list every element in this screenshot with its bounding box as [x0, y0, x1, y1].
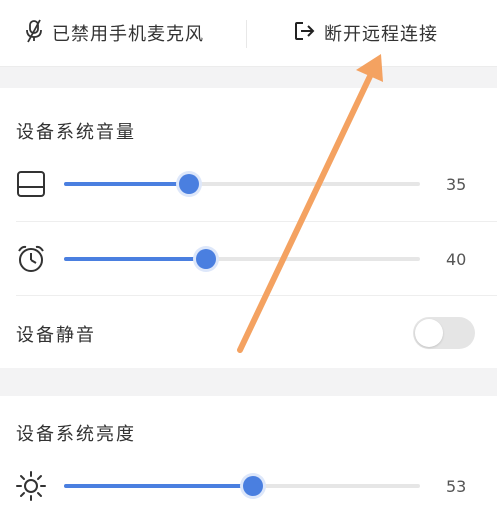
media-volume-fill — [64, 182, 189, 186]
row-divider — [16, 221, 497, 222]
alarm-volume-value: 40 — [446, 250, 467, 269]
section-gap — [0, 66, 497, 89]
brightness-slider[interactable] — [64, 476, 420, 496]
media-volume-slider[interactable] — [64, 174, 420, 194]
mute-toggle[interactable] — [413, 317, 475, 349]
logout-icon — [294, 21, 316, 46]
brightness-value: 53 — [446, 477, 467, 496]
disconnect-button[interactable]: 断开远程连接 — [294, 18, 438, 48]
media-volume-knob[interactable] — [178, 174, 199, 194]
brightness-knob[interactable] — [242, 476, 263, 496]
volume-section-title: 设备系统音量 — [16, 122, 136, 143]
brightness-section-title: 设备系统亮度 — [16, 424, 136, 445]
screen-icon — [14, 167, 48, 201]
top-bar: 已禁用手机麦克风 断开远程连接 — [0, 0, 497, 66]
sun-icon — [14, 469, 48, 503]
brightness-fill — [64, 484, 253, 488]
alarm-volume-slider[interactable] — [64, 249, 420, 269]
brightness-section: 设备系统亮度 53 — [0, 396, 497, 519]
media-volume-value: 35 — [446, 175, 467, 194]
alarm-volume-knob[interactable] — [196, 249, 217, 269]
volume-section: 设备系统音量 35 40 设备静音 — [0, 88, 497, 368]
disconnect-label: 断开远程连接 — [324, 24, 438, 45]
alarm-volume-fill — [64, 257, 207, 261]
topbar-divider — [246, 20, 247, 48]
section-gap — [0, 368, 497, 396]
mute-label: 设备静音 — [16, 325, 96, 346]
mic-status-label: 已禁用手机麦克风 — [52, 24, 204, 45]
mic-off-icon — [24, 19, 44, 48]
alarm-clock-icon — [14, 242, 48, 276]
mute-toggle-knob — [415, 319, 443, 347]
row-divider — [16, 295, 497, 296]
mic-disabled-button[interactable]: 已禁用手机麦克风 — [24, 18, 204, 48]
